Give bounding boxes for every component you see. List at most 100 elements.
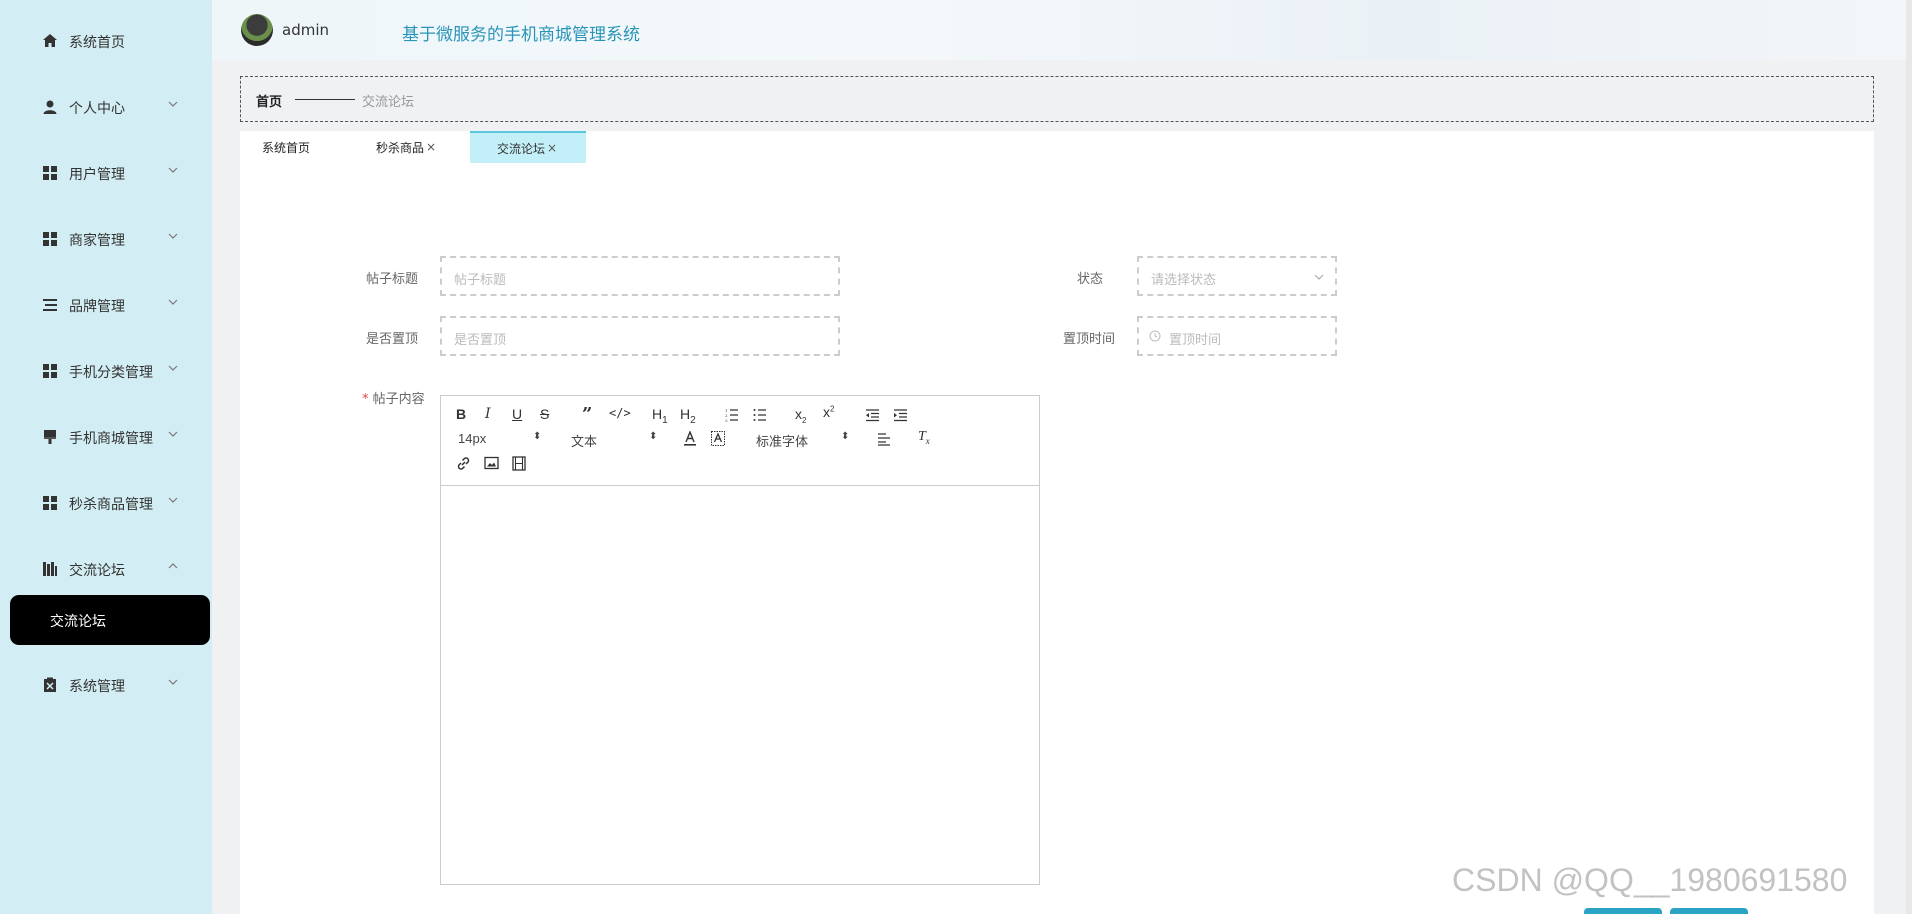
sidebar-item-system[interactable]: 系统管理	[0, 664, 212, 704]
code-block-icon[interactable]: </>	[609, 406, 631, 420]
status-label: 状态	[1077, 272, 1104, 287]
breadcrumb-home[interactable]: 首页	[256, 91, 282, 110]
username[interactable]: admin	[282, 21, 329, 39]
sidebar-item-forum[interactable]: 交流论坛	[0, 548, 212, 588]
home-icon	[43, 34, 57, 47]
title-input[interactable]: 帖子标题	[440, 256, 840, 296]
brush-icon	[44, 430, 56, 444]
select-arrow-icon: ⬍	[841, 431, 850, 442]
grid-icon	[43, 232, 57, 246]
tab-label: 交流论坛	[497, 141, 546, 156]
sidebar-item-profile[interactable]: 个人中心	[0, 86, 212, 126]
align-left-icon[interactable]	[877, 432, 891, 446]
underline-icon[interactable]: U	[512, 406, 522, 422]
title-label: 帖子标题	[366, 272, 419, 287]
h1-icon[interactable]: H1	[652, 406, 668, 426]
title-placeholder: 帖子标题	[454, 273, 507, 288]
blockquote-icon[interactable]: ”	[582, 404, 592, 425]
books-icon	[43, 562, 57, 576]
sidebar-item-phone-mall[interactable]: 手机商城管理	[0, 416, 212, 456]
bullet-list-icon[interactable]	[753, 408, 767, 422]
link-icon[interactable]	[456, 456, 471, 471]
sidebar-item-label: 手机商城管理	[69, 431, 153, 447]
clipboard-icon	[44, 677, 56, 692]
chevron-up-icon	[168, 563, 178, 569]
cancel-button[interactable]	[1670, 908, 1748, 914]
bold-icon[interactable]: B	[456, 406, 466, 422]
scrollbar[interactable]	[1906, 0, 1912, 914]
sidebar-item-label: 秒杀商品管理	[69, 497, 153, 513]
site-title: 基于微服务的手机商城管理系统	[402, 25, 640, 45]
watermark: CSDN @QQ__1980691580	[1452, 862, 1848, 898]
grid-icon	[43, 364, 57, 378]
font-color-icon[interactable]	[683, 431, 697, 446]
chevron-down-icon	[168, 101, 178, 107]
font-size-select[interactable]: 14px ⬍	[458, 431, 541, 446]
sidebar-item-label: 系统首页	[69, 35, 125, 51]
image-icon[interactable]	[484, 456, 499, 470]
chevron-down-icon	[168, 167, 178, 173]
subscript-icon[interactable]: x2	[795, 406, 806, 425]
clock-icon	[1149, 330, 1161, 342]
chevron-down-icon	[168, 431, 178, 437]
sidebar-item-label: 系统管理	[69, 679, 125, 695]
avatar[interactable]	[241, 14, 273, 46]
italic-icon[interactable]: I	[485, 406, 491, 422]
tab-flash-sale[interactable]: 秒杀商品 ×	[376, 131, 456, 163]
sidebar-item-label: 交流论坛	[69, 563, 125, 579]
status-select[interactable]: 请选择状态	[1137, 256, 1337, 296]
indent-icon[interactable]	[893, 408, 908, 422]
chevron-down-icon	[168, 365, 178, 371]
editor-content-area[interactable]	[441, 487, 1039, 884]
tab-home[interactable]: 系统首页	[262, 131, 322, 163]
sidebar-item-flash-sale[interactable]: 秒杀商品管理	[0, 482, 212, 522]
sidebar-item-home[interactable]: 系统首页	[0, 20, 212, 60]
required-mark: *	[362, 392, 369, 407]
list-icon	[43, 299, 57, 311]
chevron-down-icon	[1314, 274, 1324, 280]
sidebar-subitem-label: 交流论坛	[50, 614, 106, 630]
grid-icon	[43, 166, 57, 180]
superscript-icon[interactable]: x2	[823, 404, 834, 420]
sidebar: 系统首页 个人中心 用户管理 商家管理 品牌管理 手机分类管理 手机商城管理 秒…	[0, 0, 212, 914]
rich-text-editor: B I U S ” </> H1 H2 123 x2 x2 14px ⬍ 文本 ⬍ …	[440, 395, 1040, 885]
chevron-down-icon	[168, 299, 178, 305]
font-family-select[interactable]: 标准字体 ⬍	[756, 431, 849, 450]
pin-time-placeholder: 置顶时间	[1169, 333, 1222, 348]
background-color-icon[interactable]	[711, 431, 725, 446]
tab-label: 系统首页	[262, 140, 311, 155]
sidebar-item-phone-categories[interactable]: 手机分类管理	[0, 350, 212, 390]
svg-text:3: 3	[725, 418, 728, 422]
status-placeholder: 请选择状态	[1151, 273, 1217, 288]
breadcrumb-current: 交流论坛	[362, 95, 415, 110]
sidebar-item-merchants[interactable]: 商家管理	[0, 218, 212, 258]
pin-time-picker[interactable]: 置顶时间	[1137, 316, 1337, 356]
clear-format-icon[interactable]: Tx	[918, 429, 930, 446]
user-icon	[43, 100, 57, 114]
select-arrow-icon: ⬍	[649, 431, 658, 442]
chevron-down-icon	[168, 679, 178, 685]
strike-icon[interactable]: S	[540, 406, 549, 422]
font-family-value: 标准字体	[756, 434, 809, 449]
pin-input[interactable]: 是否置顶	[440, 316, 840, 356]
font-size-value: 14px	[458, 431, 487, 446]
sidebar-item-users[interactable]: 用户管理	[0, 152, 212, 192]
outdent-icon[interactable]	[865, 408, 880, 422]
sidebar-item-brands[interactable]: 品牌管理	[0, 284, 212, 324]
video-icon[interactable]	[512, 456, 526, 471]
ordered-list-icon[interactable]: 123	[725, 408, 739, 422]
tab-forum[interactable]: 交流论坛 ×	[470, 131, 586, 163]
header-type-select[interactable]: 文本 ⬍	[571, 431, 657, 450]
pin-label: 是否置顶	[366, 332, 419, 347]
close-icon[interactable]: ×	[547, 141, 557, 155]
close-icon[interactable]: ×	[426, 140, 436, 154]
sidebar-subitem-forum[interactable]: 交流论坛	[10, 595, 210, 645]
editor-toolbar: B I U S ” </> H1 H2 123 x2 x2 14px ⬍ 文本 ⬍ …	[441, 396, 1039, 486]
breadcrumb-separator	[295, 99, 355, 100]
content-label: * 帖子内容	[362, 388, 425, 407]
breadcrumb: 首页 交流论坛	[240, 76, 1874, 122]
pin-placeholder: 是否置顶	[454, 333, 507, 348]
h2-icon[interactable]: H2	[680, 406, 696, 426]
submit-button[interactable]	[1584, 908, 1662, 914]
sidebar-item-label: 用户管理	[69, 167, 125, 183]
